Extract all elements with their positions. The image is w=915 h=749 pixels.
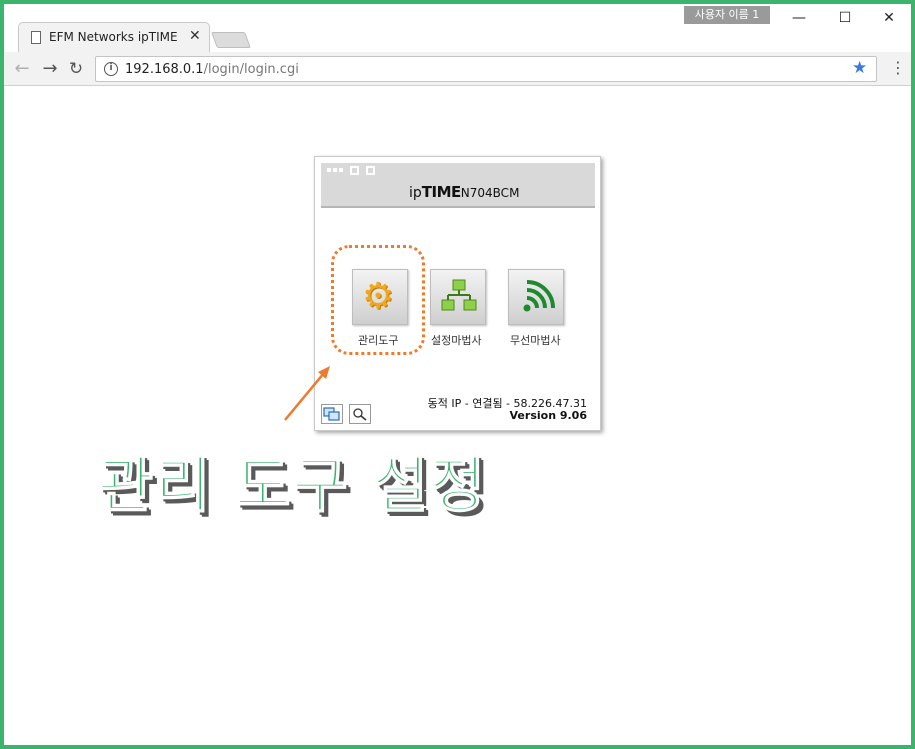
setup-wizard-label[interactable]: 설정마법사 (431, 332, 482, 348)
wireless-icon (523, 280, 555, 312)
info-icon[interactable]: i (104, 62, 118, 76)
reload-icon[interactable]: ↻ (64, 57, 88, 81)
browser-tab[interactable]: EFM Networks ipTIME N ✕ (18, 22, 210, 52)
magnifier-icon (353, 408, 367, 421)
document-icon (31, 31, 41, 44)
browser-menu-icon[interactable]: ⋮ (890, 58, 906, 78)
close-window-button[interactable]: ✕ (866, 4, 912, 32)
search-button[interactable] (349, 404, 371, 424)
forward-arrow-icon[interactable]: → (38, 57, 62, 81)
tab-close-icon[interactable]: ✕ (189, 28, 201, 44)
maximize-button[interactable]: ☐ (822, 4, 868, 32)
highlight-circle (331, 245, 425, 355)
firmware-version: Version 9.06 (509, 409, 587, 422)
header-decoration (327, 166, 375, 175)
new-tab-button[interactable] (211, 32, 251, 48)
monitor-icon (323, 407, 340, 421)
url-text[interactable]: 192.168.0.1/login/login.cgi (125, 62, 299, 77)
setup-wizard-button[interactable] (430, 269, 486, 325)
browser-toolbar: ← → ↻ i 192.168.0.1/login/login.cgi ★ ⋮ (4, 52, 911, 86)
panel-header: ipTIMEN704BCM (321, 163, 595, 208)
bookmark-star-icon[interactable]: ★ (852, 58, 867, 78)
tab-title: EFM Networks ipTIME N (49, 30, 181, 44)
window-titlebar: 사용자 이름 1 — ☐ ✕ EFM Networks ipTIME N ✕ (4, 4, 911, 52)
user-profile-badge[interactable]: 사용자 이름 1 (684, 6, 770, 24)
caption-text: 관리 도구 설정 (97, 450, 487, 522)
network-tree-icon (441, 279, 477, 311)
minimize-button[interactable]: — (776, 4, 822, 32)
wireless-wizard-label[interactable]: 무선마법사 (510, 332, 561, 348)
back-arrow-icon[interactable]: ← (10, 57, 34, 81)
remote-management-button[interactable] (321, 404, 343, 424)
brand-logo: ipTIMEN704BCM (409, 183, 520, 201)
wireless-wizard-button[interactable] (508, 269, 564, 325)
address-bar[interactable]: i 192.168.0.1/login/login.cgi ★ (95, 56, 877, 82)
